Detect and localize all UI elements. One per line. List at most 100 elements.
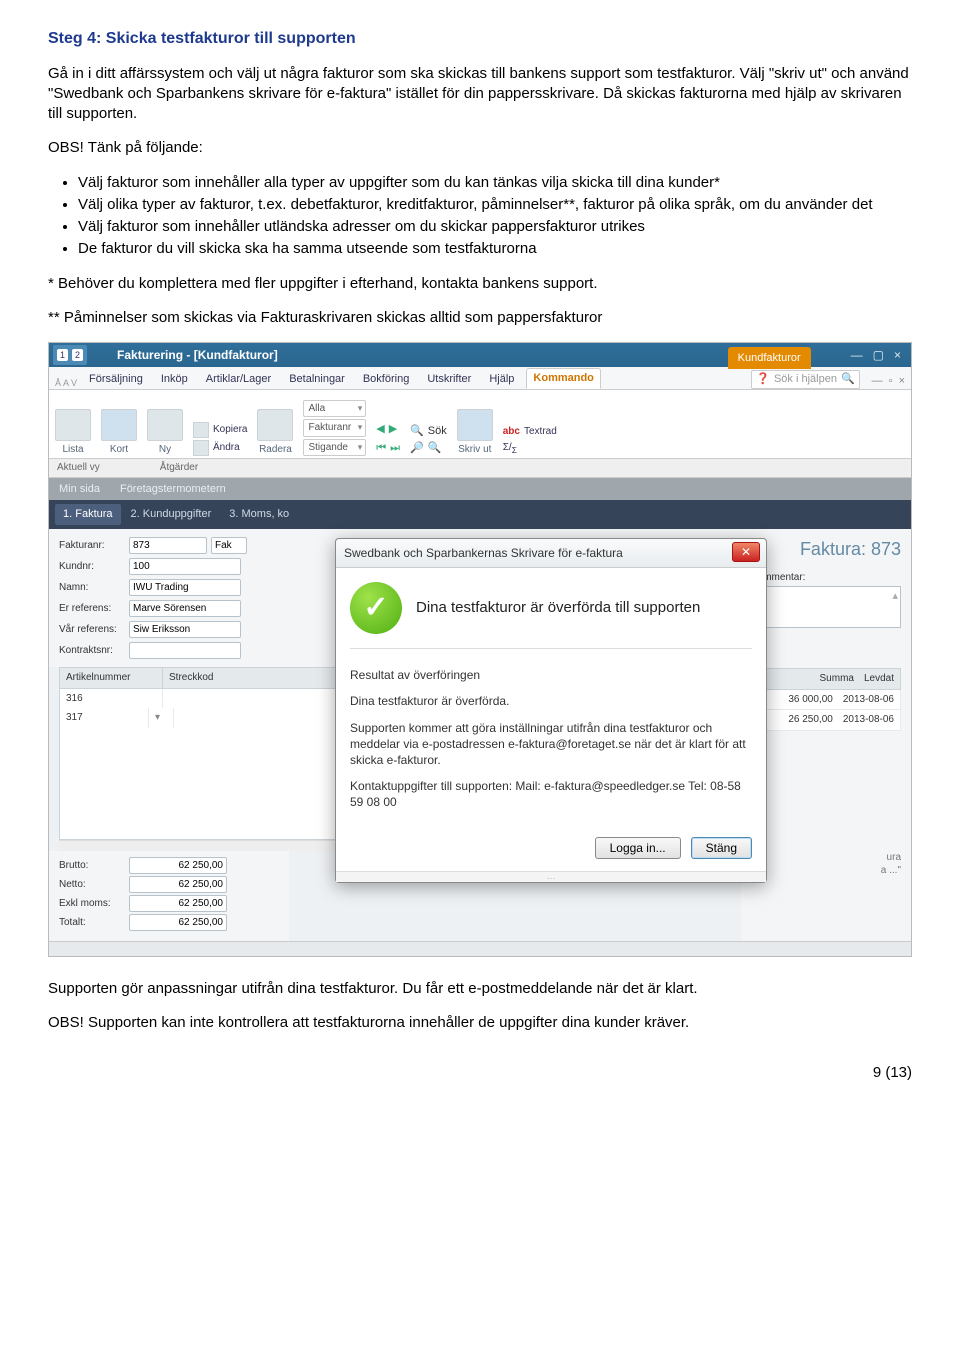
th-artikelnummer: Artikelnummer — [60, 668, 163, 688]
label-var-referens: Vår referens: — [59, 623, 125, 637]
label-netto: Netto: — [59, 878, 125, 892]
select-fakturanr[interactable]: Fakturanr — [303, 419, 366, 437]
ribbon-body: Lista Kort Ny Kopiera Ändra Radera Alla … — [49, 390, 911, 459]
application-screenshot: 12 Fakturering - [Kundfakturor] Kundfakt… — [48, 342, 912, 957]
ribbon-minimize-icon[interactable]: — — [872, 374, 883, 389]
textarea-kommentar[interactable]: ▴ — [751, 586, 901, 628]
input-kontraktsnr[interactable] — [129, 642, 241, 659]
dropdown-icon[interactable]: ▾ — [149, 708, 174, 728]
dialog-subheading: Resultat av överföringen — [350, 667, 752, 683]
dialog-titlebar: Swedbank och Sparbankernas Skrivare för … — [336, 539, 766, 568]
input-fak[interactable] — [211, 537, 247, 554]
btn-radera[interactable]: Radera — [257, 409, 293, 457]
btn-kort[interactable]: Kort — [101, 409, 137, 457]
app-title: Fakturering - [Kundfakturor] — [117, 347, 278, 363]
keytip: Å A V — [55, 377, 77, 389]
obs-intro: OBS! Tänk på följande: — [48, 138, 912, 158]
tab-hjalp[interactable]: Hjälp — [483, 370, 520, 389]
nav-last-icon[interactable]: ⏭ — [390, 441, 400, 456]
bullet-list: Välj fakturor som innehåller alla typer … — [48, 173, 912, 260]
sok-label: Sök — [428, 424, 447, 439]
close-button[interactable]: Stäng — [691, 837, 752, 859]
tab-inkop[interactable]: Inköp — [155, 370, 194, 389]
maximize-icon[interactable]: ▢ — [873, 347, 884, 363]
label-totalt: Totalt: — [59, 916, 125, 930]
context-tab-kundfakturor[interactable]: Kundfakturor — [728, 347, 811, 369]
zoom-icon[interactable]: 🔎 — [410, 441, 424, 456]
input-fakturanr[interactable] — [129, 537, 207, 554]
statusbar — [49, 941, 911, 956]
ribbon-group-labels: Aktuell vy Åtgärder — [49, 459, 911, 478]
tab-foretagstermometern[interactable]: Företagstermometern — [110, 478, 236, 501]
tab-forsaljning[interactable]: Försäljning — [83, 370, 149, 389]
group-aktuell: Aktuell vy — [57, 461, 100, 475]
window-restore-icon[interactable]: ▫ — [889, 374, 893, 389]
dialog-line-2: Supporten kommer att göra inställningar … — [350, 720, 752, 769]
dialog-title: Swedbank och Sparbankernas Skrivare för … — [344, 546, 623, 560]
footnote-2: ** Påminnelser som skickas via Fakturask… — [48, 308, 912, 328]
tab-betalningar[interactable]: Betalningar — [283, 370, 351, 389]
select-stigande[interactable]: Stigande — [303, 439, 366, 457]
value-totalt — [129, 914, 227, 931]
help-search[interactable]: ❓ Sök i hjälpen 🔍 — [751, 370, 859, 389]
group-atgarder: Åtgärder — [160, 461, 198, 475]
value-exkl — [129, 895, 227, 912]
btn-sigma[interactable]: Σ/Σ — [503, 441, 557, 456]
page-heading: Steg 4: Skicka testfakturor till support… — [48, 28, 912, 50]
value-netto — [129, 876, 227, 893]
search-icon: 🔍 — [841, 372, 855, 387]
btn-textrad[interactable]: abc Textrad — [503, 425, 557, 439]
filter-selects: Alla Fakturanr Stigande — [303, 400, 366, 457]
window-close-icon[interactable]: × — [899, 374, 905, 389]
nav-first-icon[interactable]: ⏮ — [376, 441, 386, 456]
right-line-table: SummaLevdat 36 000,002013-08-06 26 250,0… — [751, 668, 901, 731]
dialog-resize-handle[interactable]: ⋯ — [336, 871, 766, 882]
bullet: Välj fakturor som innehåller alla typer … — [78, 173, 912, 193]
subtab-kunduppgifter[interactable]: 2. Kunduppgifter — [123, 504, 220, 525]
subtab-moms[interactable]: 3. Moms, ko — [221, 504, 297, 525]
dialog-close-button[interactable]: ✕ — [732, 542, 760, 562]
btn-skriv-ut[interactable]: Skriv ut — [457, 409, 493, 457]
tab-min-sida[interactable]: Min sida — [49, 478, 110, 501]
footnote-1: * Behöver du komplettera med fler uppgif… — [48, 274, 912, 294]
bullet: Välj fakturor som innehåller utländska a… — [78, 217, 912, 237]
ribbon-tabstrip: Å A V Försäljning Inköp Artiklar/Lager B… — [49, 367, 911, 390]
select-alla[interactable]: Alla — [303, 400, 366, 418]
login-button[interactable]: Logga in... — [595, 837, 681, 859]
scroll-up-icon[interactable]: ▴ — [892, 589, 898, 604]
label-kontraktsnr: Kontraktsnr: — [59, 644, 125, 658]
bullet: De fakturor du vill skicka ska ha samma … — [78, 239, 912, 259]
subtab-faktura[interactable]: 1. Faktura — [55, 504, 121, 525]
dialog-line-3: Kontaktuppgifter till supporten: Mail: e… — [350, 778, 752, 810]
minimize-icon[interactable]: — — [851, 347, 863, 363]
input-var-referens[interactable] — [129, 621, 241, 638]
help-search-placeholder: Sök i hjälpen — [774, 372, 837, 387]
tab-utskrifter[interactable]: Utskrifter — [421, 370, 477, 389]
th-summa: Summa — [820, 672, 854, 686]
input-er-referens[interactable] — [129, 600, 241, 617]
input-kundnr[interactable] — [129, 558, 241, 575]
search-icon[interactable]: 🔍 — [410, 424, 424, 439]
label-namn: Namn: — [59, 581, 125, 595]
search-col: 🔍 Sök 🔎 🔍 — [410, 424, 447, 456]
zoom-out-icon[interactable]: 🔍 — [428, 441, 442, 456]
dialog-heading: Dina testfakturor är överförda till supp… — [416, 599, 700, 618]
page-number: 9 (13) — [48, 1063, 912, 1083]
label-kundnr: Kundnr: — [59, 560, 125, 574]
label-exkl: Exkl moms: — [59, 897, 125, 911]
faktura-number-display: Faktura: 873 — [751, 537, 901, 561]
btn-andra[interactable]: Ändra — [193, 440, 247, 456]
tab-kommando[interactable]: Kommando — [526, 368, 601, 389]
btn-lista[interactable]: Lista — [55, 409, 91, 457]
nav-next-icon[interactable]: ▶ — [389, 422, 397, 437]
input-namn[interactable] — [129, 579, 241, 596]
table-row: 26 250,002013-08-06 — [751, 710, 901, 731]
tab-bokforing[interactable]: Bokföring — [357, 370, 415, 389]
btn-ny[interactable]: Ny — [147, 409, 183, 457]
nav-arrows: ◀ ▶ ⏮ ⏭ — [376, 422, 400, 456]
intro-paragraph: Gå in i ditt affärssystem och välj ut nå… — [48, 64, 912, 125]
nav-prev-icon[interactable]: ◀ — [376, 422, 384, 437]
tab-artiklar[interactable]: Artiklar/Lager — [200, 370, 277, 389]
close-icon[interactable]: × — [894, 347, 901, 363]
btn-kopiera[interactable]: Kopiera — [193, 422, 247, 438]
